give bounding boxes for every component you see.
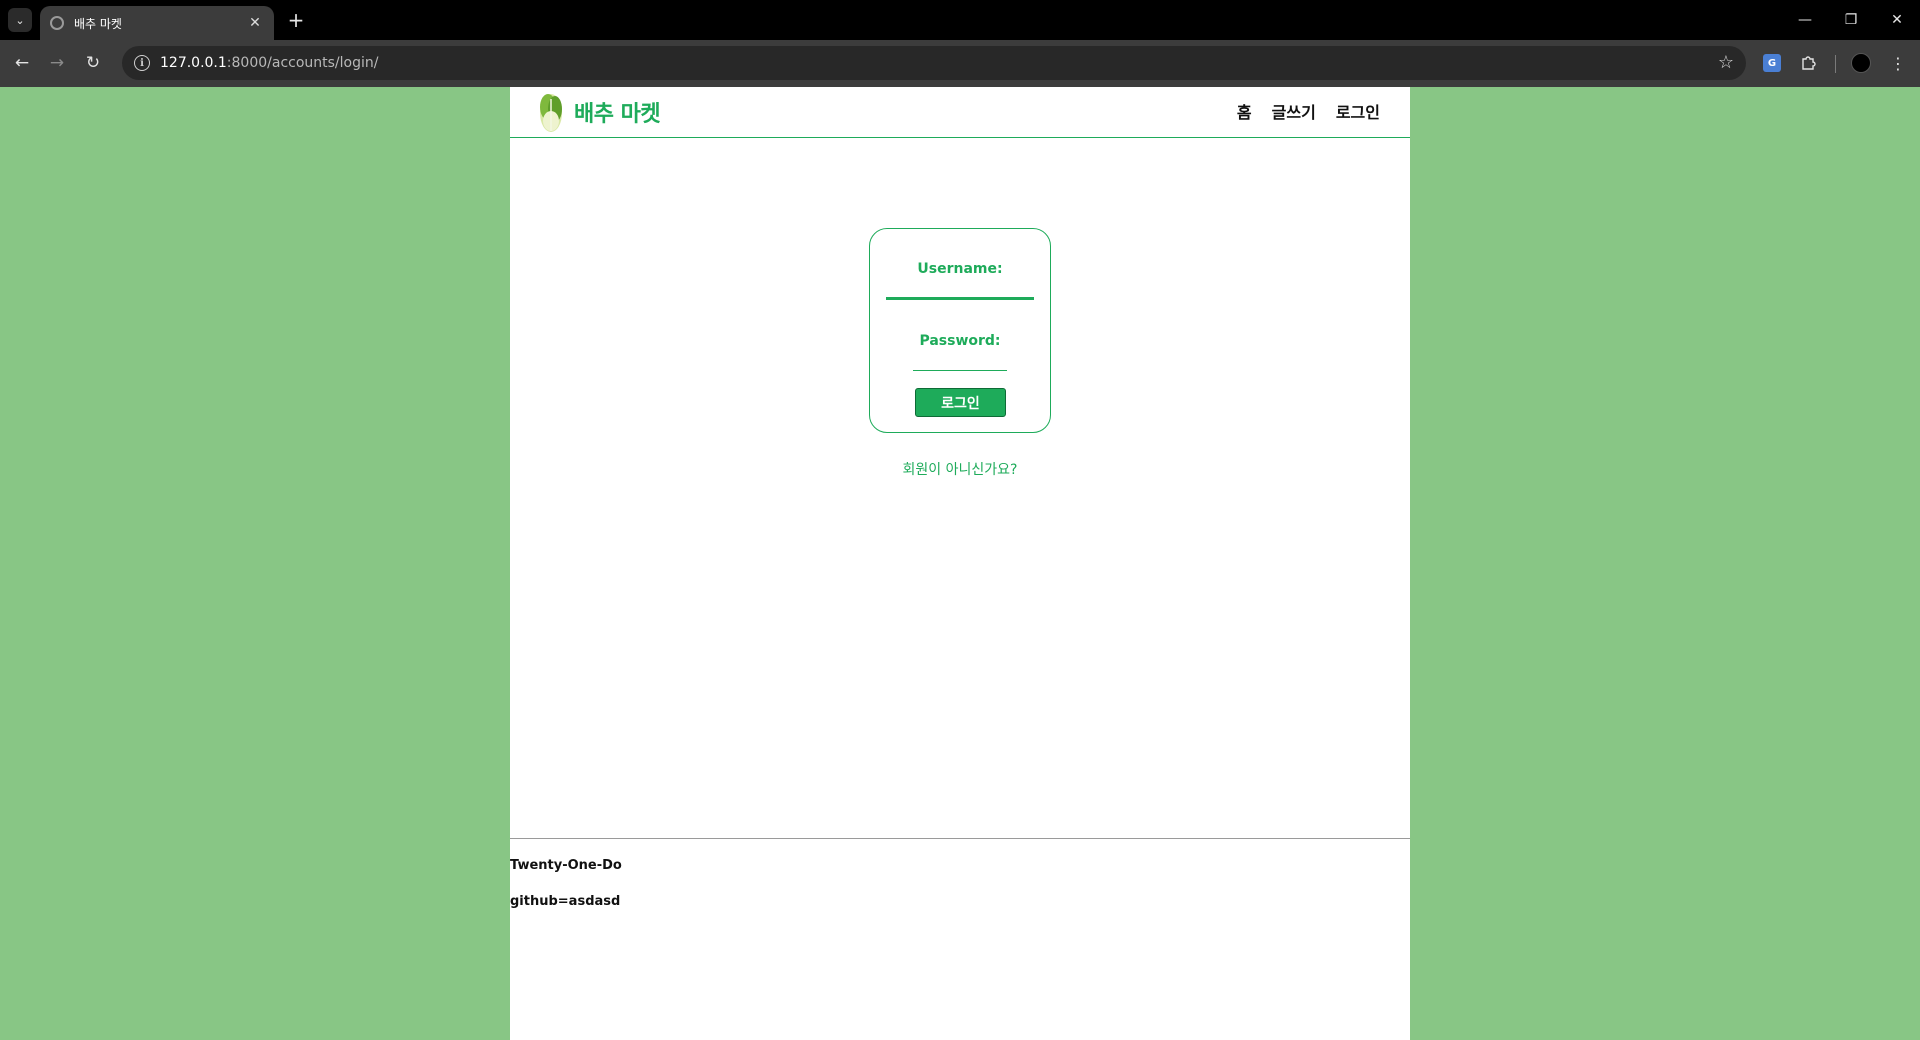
brand-link[interactable]: 배추 마켓 xyxy=(536,91,661,133)
restore-button[interactable]: ❐ xyxy=(1828,0,1874,40)
username-input[interactable] xyxy=(886,275,1034,297)
login-submit-button[interactable]: 로그인 xyxy=(915,388,1006,417)
tab-search-button[interactable]: ⌄ xyxy=(8,8,32,32)
url-path: :8000/accounts/login/ xyxy=(226,55,379,71)
site-info-icon[interactable]: i xyxy=(134,55,150,71)
brand-name: 배추 마켓 xyxy=(574,102,661,127)
main-nav: 홈 글쓰기 로그인 xyxy=(1237,99,1380,123)
browser-tab[interactable]: 배추 마켓 ✕ xyxy=(40,6,274,40)
username-underline xyxy=(886,297,1034,300)
toolbar-divider xyxy=(1835,55,1836,73)
bookmark-star-icon[interactable]: ☆ xyxy=(1718,52,1734,73)
profile-avatar-icon[interactable] xyxy=(1849,51,1873,75)
globe-icon xyxy=(50,16,64,30)
signup-link[interactable]: 회원이 아니신가요? xyxy=(510,459,1410,479)
new-tab-button[interactable]: + xyxy=(282,6,310,34)
site-header: 배추 마켓 홈 글쓰기 로그인 xyxy=(510,87,1410,138)
address-bar[interactable]: i 127.0.0.1:8000/accounts/login/ ☆ xyxy=(122,46,1746,80)
site-footer: Twenty-One-Do github=asdasd xyxy=(510,838,1410,1040)
close-window-button[interactable]: ✕ xyxy=(1874,0,1920,40)
browser-menu-icon[interactable]: ⋮ xyxy=(1886,51,1910,75)
page-container: 배추 마켓 홈 글쓰기 로그인 Username: Password: 로그인 … xyxy=(510,87,1410,1040)
translate-icon[interactable]: G xyxy=(1760,51,1784,75)
footer-team-name: Twenty-One-Do xyxy=(510,858,622,873)
footer-github: github=asdasd xyxy=(510,894,621,909)
minimize-button[interactable]: — xyxy=(1782,0,1828,40)
cabbage-logo-icon xyxy=(540,94,562,132)
back-icon[interactable]: ← xyxy=(8,49,36,77)
reload-icon[interactable]: ↻ xyxy=(79,49,107,77)
nav-home[interactable]: 홈 xyxy=(1237,99,1252,123)
nav-login[interactable]: 로그인 xyxy=(1336,99,1380,123)
browser-toolbar: ← → ↻ i 127.0.0.1:8000/accounts/login/ ☆… xyxy=(0,40,1920,87)
login-form: Username: Password: 로그인 xyxy=(869,228,1051,433)
extensions-puzzle-icon[interactable] xyxy=(1796,51,1820,75)
tab-title: 배추 마켓 xyxy=(74,16,122,31)
forward-icon[interactable]: → xyxy=(43,49,71,77)
url-host: 127.0.0.1 xyxy=(160,55,227,71)
browser-tab-bar: ⌄ 배추 마켓 ✕ + — ❐ ✕ xyxy=(0,0,1920,40)
close-tab-icon[interactable]: ✕ xyxy=(246,15,264,31)
password-underline xyxy=(913,370,1007,371)
password-input[interactable] xyxy=(913,347,1007,369)
nav-write[interactable]: 글쓰기 xyxy=(1272,99,1316,123)
